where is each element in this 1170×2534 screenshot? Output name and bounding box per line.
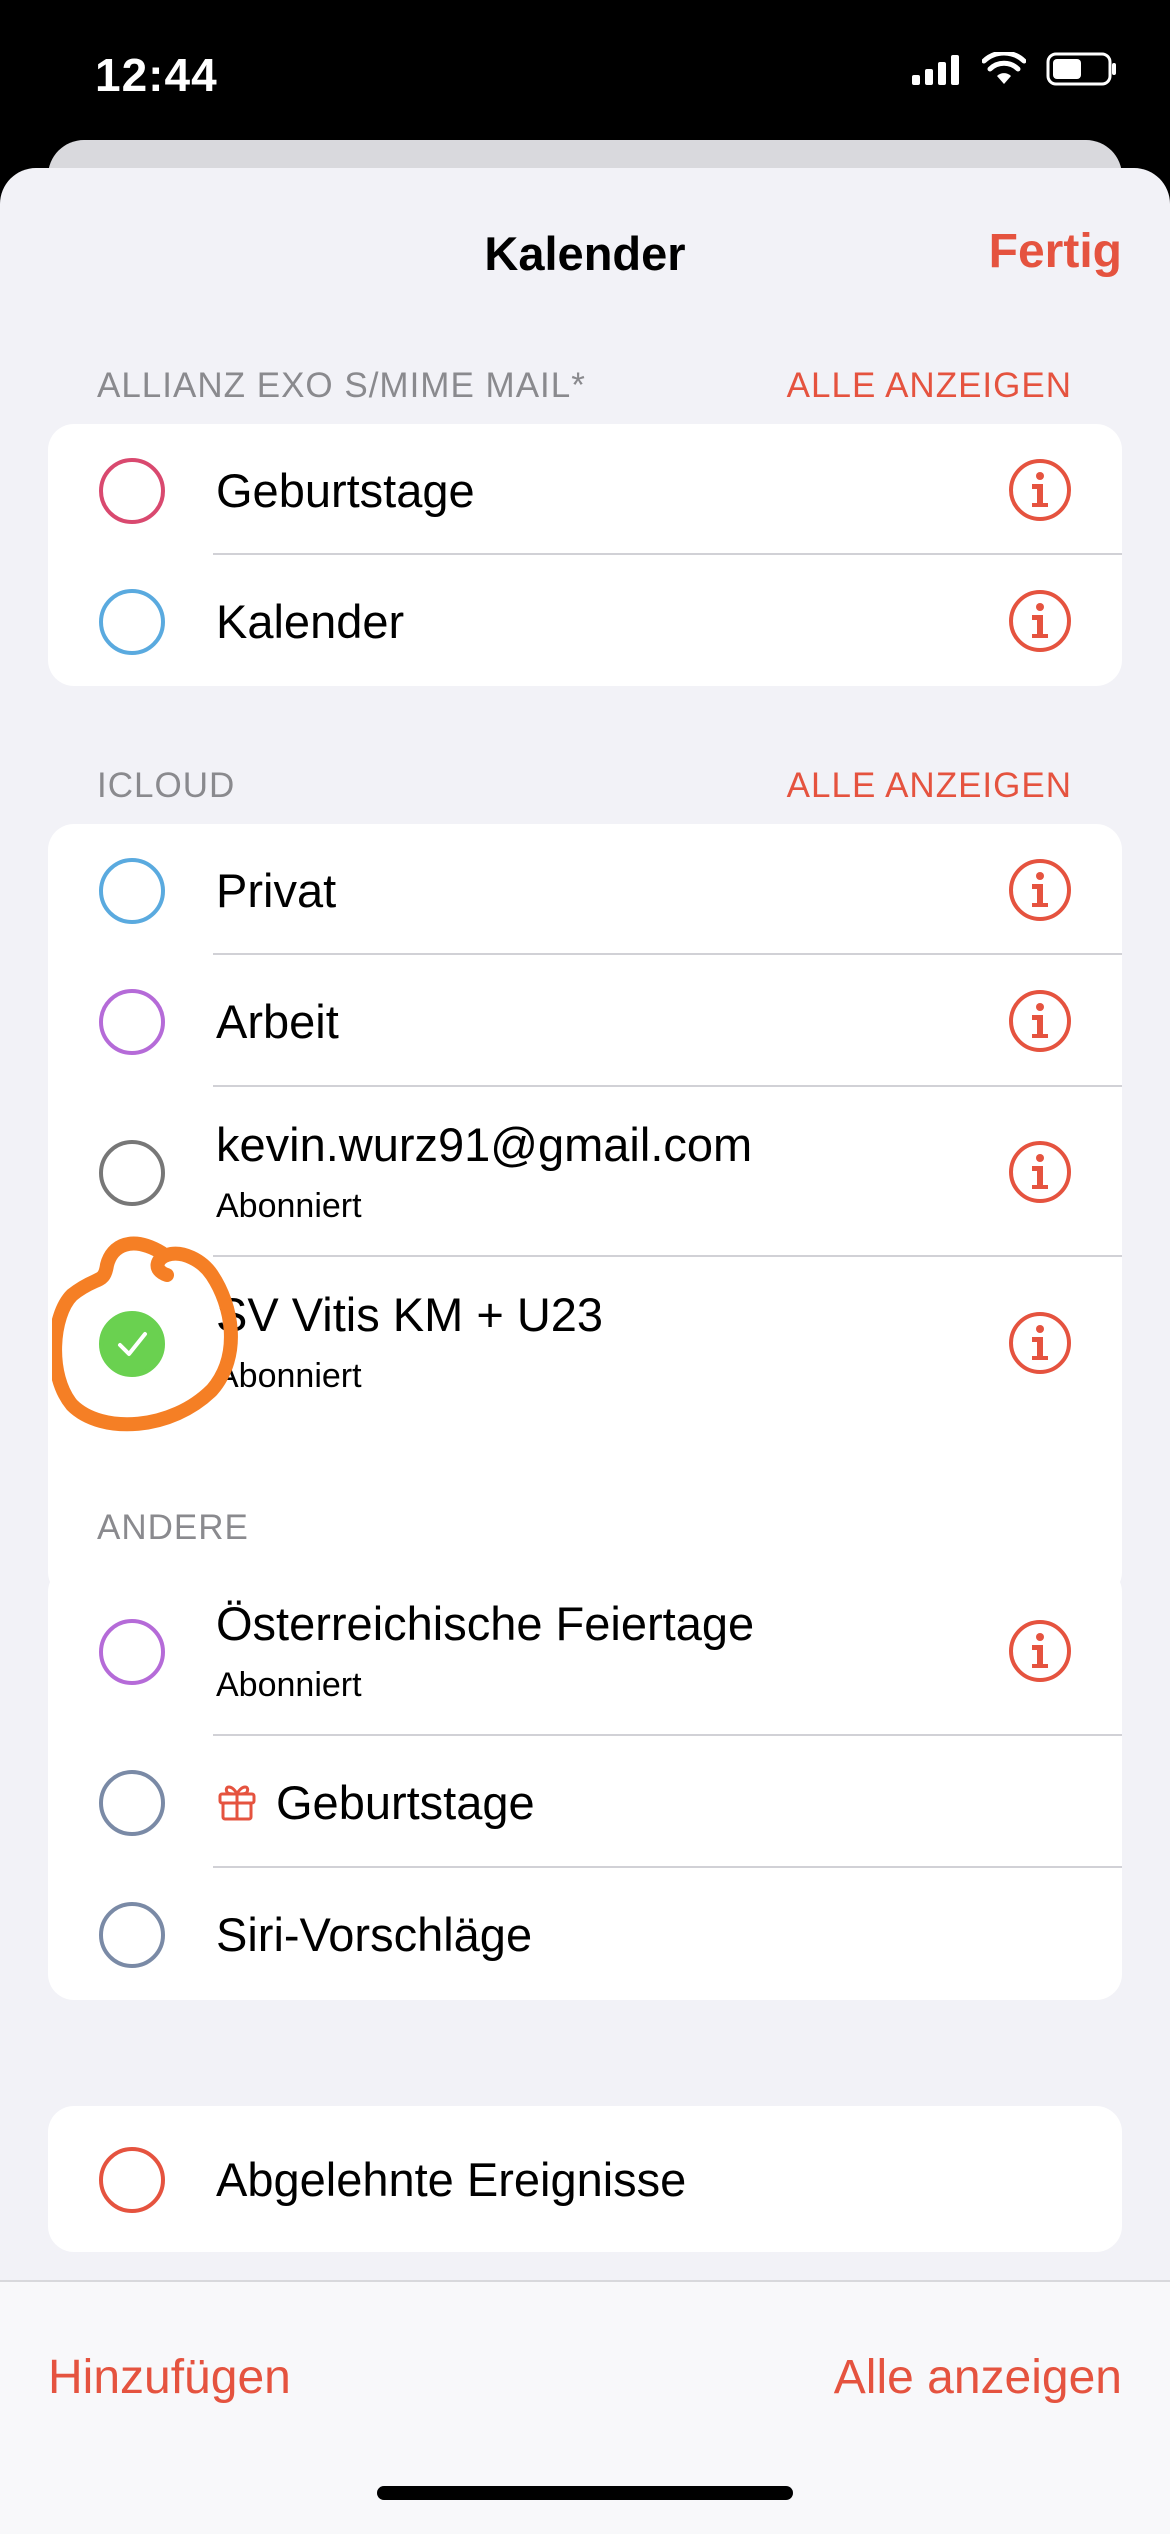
status-time: 12:44 <box>95 49 218 101</box>
calendar-row-geburtstage[interactable]: Geburtstage <box>48 424 1122 555</box>
calendar-subtitle: Abonniert <box>216 1187 362 1225</box>
battery-icon <box>1046 52 1116 86</box>
annotation-scribble <box>52 1236 238 1432</box>
toggle-circle[interactable] <box>99 1140 165 1206</box>
wifi-icon <box>982 52 1026 84</box>
section-title: ALLIANZ EXO S/MIME MAIL* <box>97 366 586 405</box>
toggle-circle[interactable] <box>99 989 165 1055</box>
info-icon[interactable] <box>1008 989 1072 1053</box>
calendar-label: Privat <box>216 864 337 917</box>
status-bar: 12:44 <box>0 0 1170 140</box>
home-indicator[interactable] <box>377 2486 793 2500</box>
toggle-circle[interactable] <box>99 457 165 524</box>
show-all-button[interactable]: ALLE ANZEIGEN <box>787 366 1072 406</box>
calendar-row-geburtstage-andere[interactable]: Geburtstage <box>48 1736 1122 1868</box>
show-all-calendars-button[interactable]: Alle anzeigen <box>834 2350 1122 2405</box>
toggle-circle[interactable] <box>99 1619 165 1685</box>
calendar-subtitle: Abonniert <box>216 1666 362 1704</box>
toggle-circle[interactable] <box>99 1902 165 1968</box>
section-header-andere: ANDERE <box>97 1508 1072 1548</box>
info-icon[interactable] <box>1008 1140 1072 1204</box>
show-all-button[interactable]: ALLE ANZEIGEN <box>787 766 1072 806</box>
done-button[interactable]: Fertig <box>989 224 1122 279</box>
status-icons <box>912 52 1118 86</box>
toggle-circle[interactable] <box>99 1770 165 1836</box>
gift-icon <box>218 1785 256 1821</box>
calendar-label: Siri-Vorschläge <box>216 1908 533 1961</box>
info-icon[interactable] <box>1008 1619 1072 1683</box>
calendar-label: Arbeit <box>216 995 339 1048</box>
calendar-label: Geburtstage <box>276 1776 535 1829</box>
info-icon[interactable] <box>1008 1311 1072 1375</box>
calendar-label: Geburtstage <box>216 464 475 517</box>
section-title: ANDERE <box>97 1508 249 1547</box>
calendar-label: kevin.wurz91@gmail.com <box>216 1118 753 1171</box>
toggle-circle[interactable] <box>99 857 165 924</box>
calendar-label: Abgelehnte Ereignisse <box>216 2153 687 2206</box>
toggle-circle[interactable] <box>99 2147 165 2213</box>
calendar-group-allianz: Geburtstage Kalender <box>48 424 1122 686</box>
declined-events-card: Abgelehnte Ereignisse <box>48 2106 1122 2252</box>
calendar-label: Kalender <box>216 595 405 648</box>
add-button[interactable]: Hinzufügen <box>48 2350 291 2405</box>
calendar-row-abgelehnt[interactable]: Abgelehnte Ereignisse <box>48 2106 1122 2252</box>
calendar-row-feiertage[interactable]: Österreichische Feiertage Abonniert <box>48 1566 1122 1736</box>
section-header-allianz: ALLIANZ EXO S/MIME MAIL* ALLE ANZEIGEN <box>97 366 1072 406</box>
calendar-row-arbeit[interactable]: Arbeit <box>48 955 1122 1087</box>
info-icon[interactable] <box>1008 858 1072 922</box>
calendar-row-kalender[interactable]: Kalender <box>48 555 1122 686</box>
calendar-group-icloud: Privat Arbeit kevin.wurz91@gmail.com Abo… <box>48 824 1122 1598</box>
signal-icon <box>912 55 959 85</box>
section-title: ICLOUD <box>97 766 236 805</box>
info-icon[interactable] <box>1008 458 1072 522</box>
calendar-label: SV Vitis KM + U23 <box>216 1288 604 1341</box>
calendar-row-privat[interactable]: Privat <box>48 824 1122 955</box>
calendar-row-siri[interactable]: Siri-Vorschläge <box>48 1868 1122 2000</box>
info-icon[interactable] <box>1008 589 1072 653</box>
section-header-icloud: ICLOUD ALLE ANZEIGEN <box>97 766 1072 806</box>
toggle-circle[interactable] <box>99 588 165 655</box>
calendar-group-andere: Österreichische Feiertage Abonniert Gebu… <box>48 1566 1122 2000</box>
calendar-label: Österreichische Feiertage <box>216 1597 755 1650</box>
